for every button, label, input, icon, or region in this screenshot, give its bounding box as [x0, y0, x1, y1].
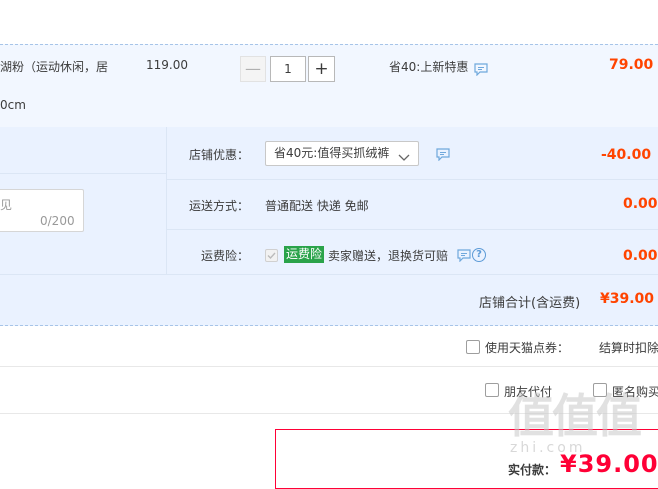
divider	[0, 173, 166, 174]
quantity-decrease-button[interactable]: —	[240, 56, 266, 82]
shop-total-label: 店铺合计(含运费)	[479, 296, 581, 311]
watermark-text: zhi.com	[510, 440, 586, 456]
chevron-down-icon	[398, 148, 410, 171]
shop-total-value: ¥39.00	[600, 291, 655, 307]
shipping-amount: 0.00	[623, 196, 658, 212]
chat-icon[interactable]	[436, 148, 450, 161]
shipping-method-value: 普通配送 快递 免邮	[265, 199, 369, 213]
tmall-points-checkbox[interactable]	[466, 340, 480, 354]
shipping-insurance-amount: 0.00	[623, 248, 658, 264]
shipping-method-label: 运送方式：	[189, 199, 250, 213]
buyer-message-placeholder: 见	[0, 198, 13, 212]
divider	[0, 274, 166, 275]
item-sku: 0cm	[0, 98, 26, 112]
item-total-price: 79.00	[609, 57, 654, 73]
item-unit-price: 119.00	[146, 58, 188, 72]
divider	[166, 229, 658, 230]
tmall-points-note: 结算时扣除	[599, 341, 658, 355]
shop-discount-selected: 省40元:值得买抓绒裤	[274, 146, 390, 160]
divider	[0, 366, 658, 367]
chat-icon[interactable]	[457, 249, 471, 262]
item-title[interactable]: 湖粉（运动休闲，居	[0, 58, 118, 75]
shop-discount-select[interactable]: 省40元:值得买抓绒裤	[265, 141, 419, 166]
shipping-insurance-text: 卖家赠送，退换货可赔	[328, 249, 449, 263]
item-promotion: 省40:上新特惠	[389, 60, 469, 74]
tmall-points-label: 使用天猫点券：	[485, 341, 570, 355]
quantity-input[interactable]: 1	[270, 56, 306, 82]
help-icon[interactable]: ?	[472, 248, 486, 262]
watermark-logo: 值值值	[508, 389, 642, 443]
payment-label: 实付款：	[508, 463, 557, 477]
shipping-insurance-badge: 运费险	[284, 246, 325, 263]
buyer-message-char-count: 0/200	[40, 214, 75, 228]
friend-pay-checkbox[interactable]	[485, 383, 499, 397]
shipping-insurance-checkbox	[265, 249, 278, 262]
chat-icon[interactable]	[474, 63, 488, 76]
shop-discount-label: 店铺优惠：	[189, 148, 250, 162]
quantity-increase-button[interactable]: +	[308, 56, 335, 82]
divider	[166, 274, 658, 275]
shipping-insurance-label: 运费险：	[201, 249, 250, 263]
divider	[166, 127, 167, 275]
divider	[166, 179, 658, 180]
shop-discount-amount: -40.00	[601, 147, 652, 163]
